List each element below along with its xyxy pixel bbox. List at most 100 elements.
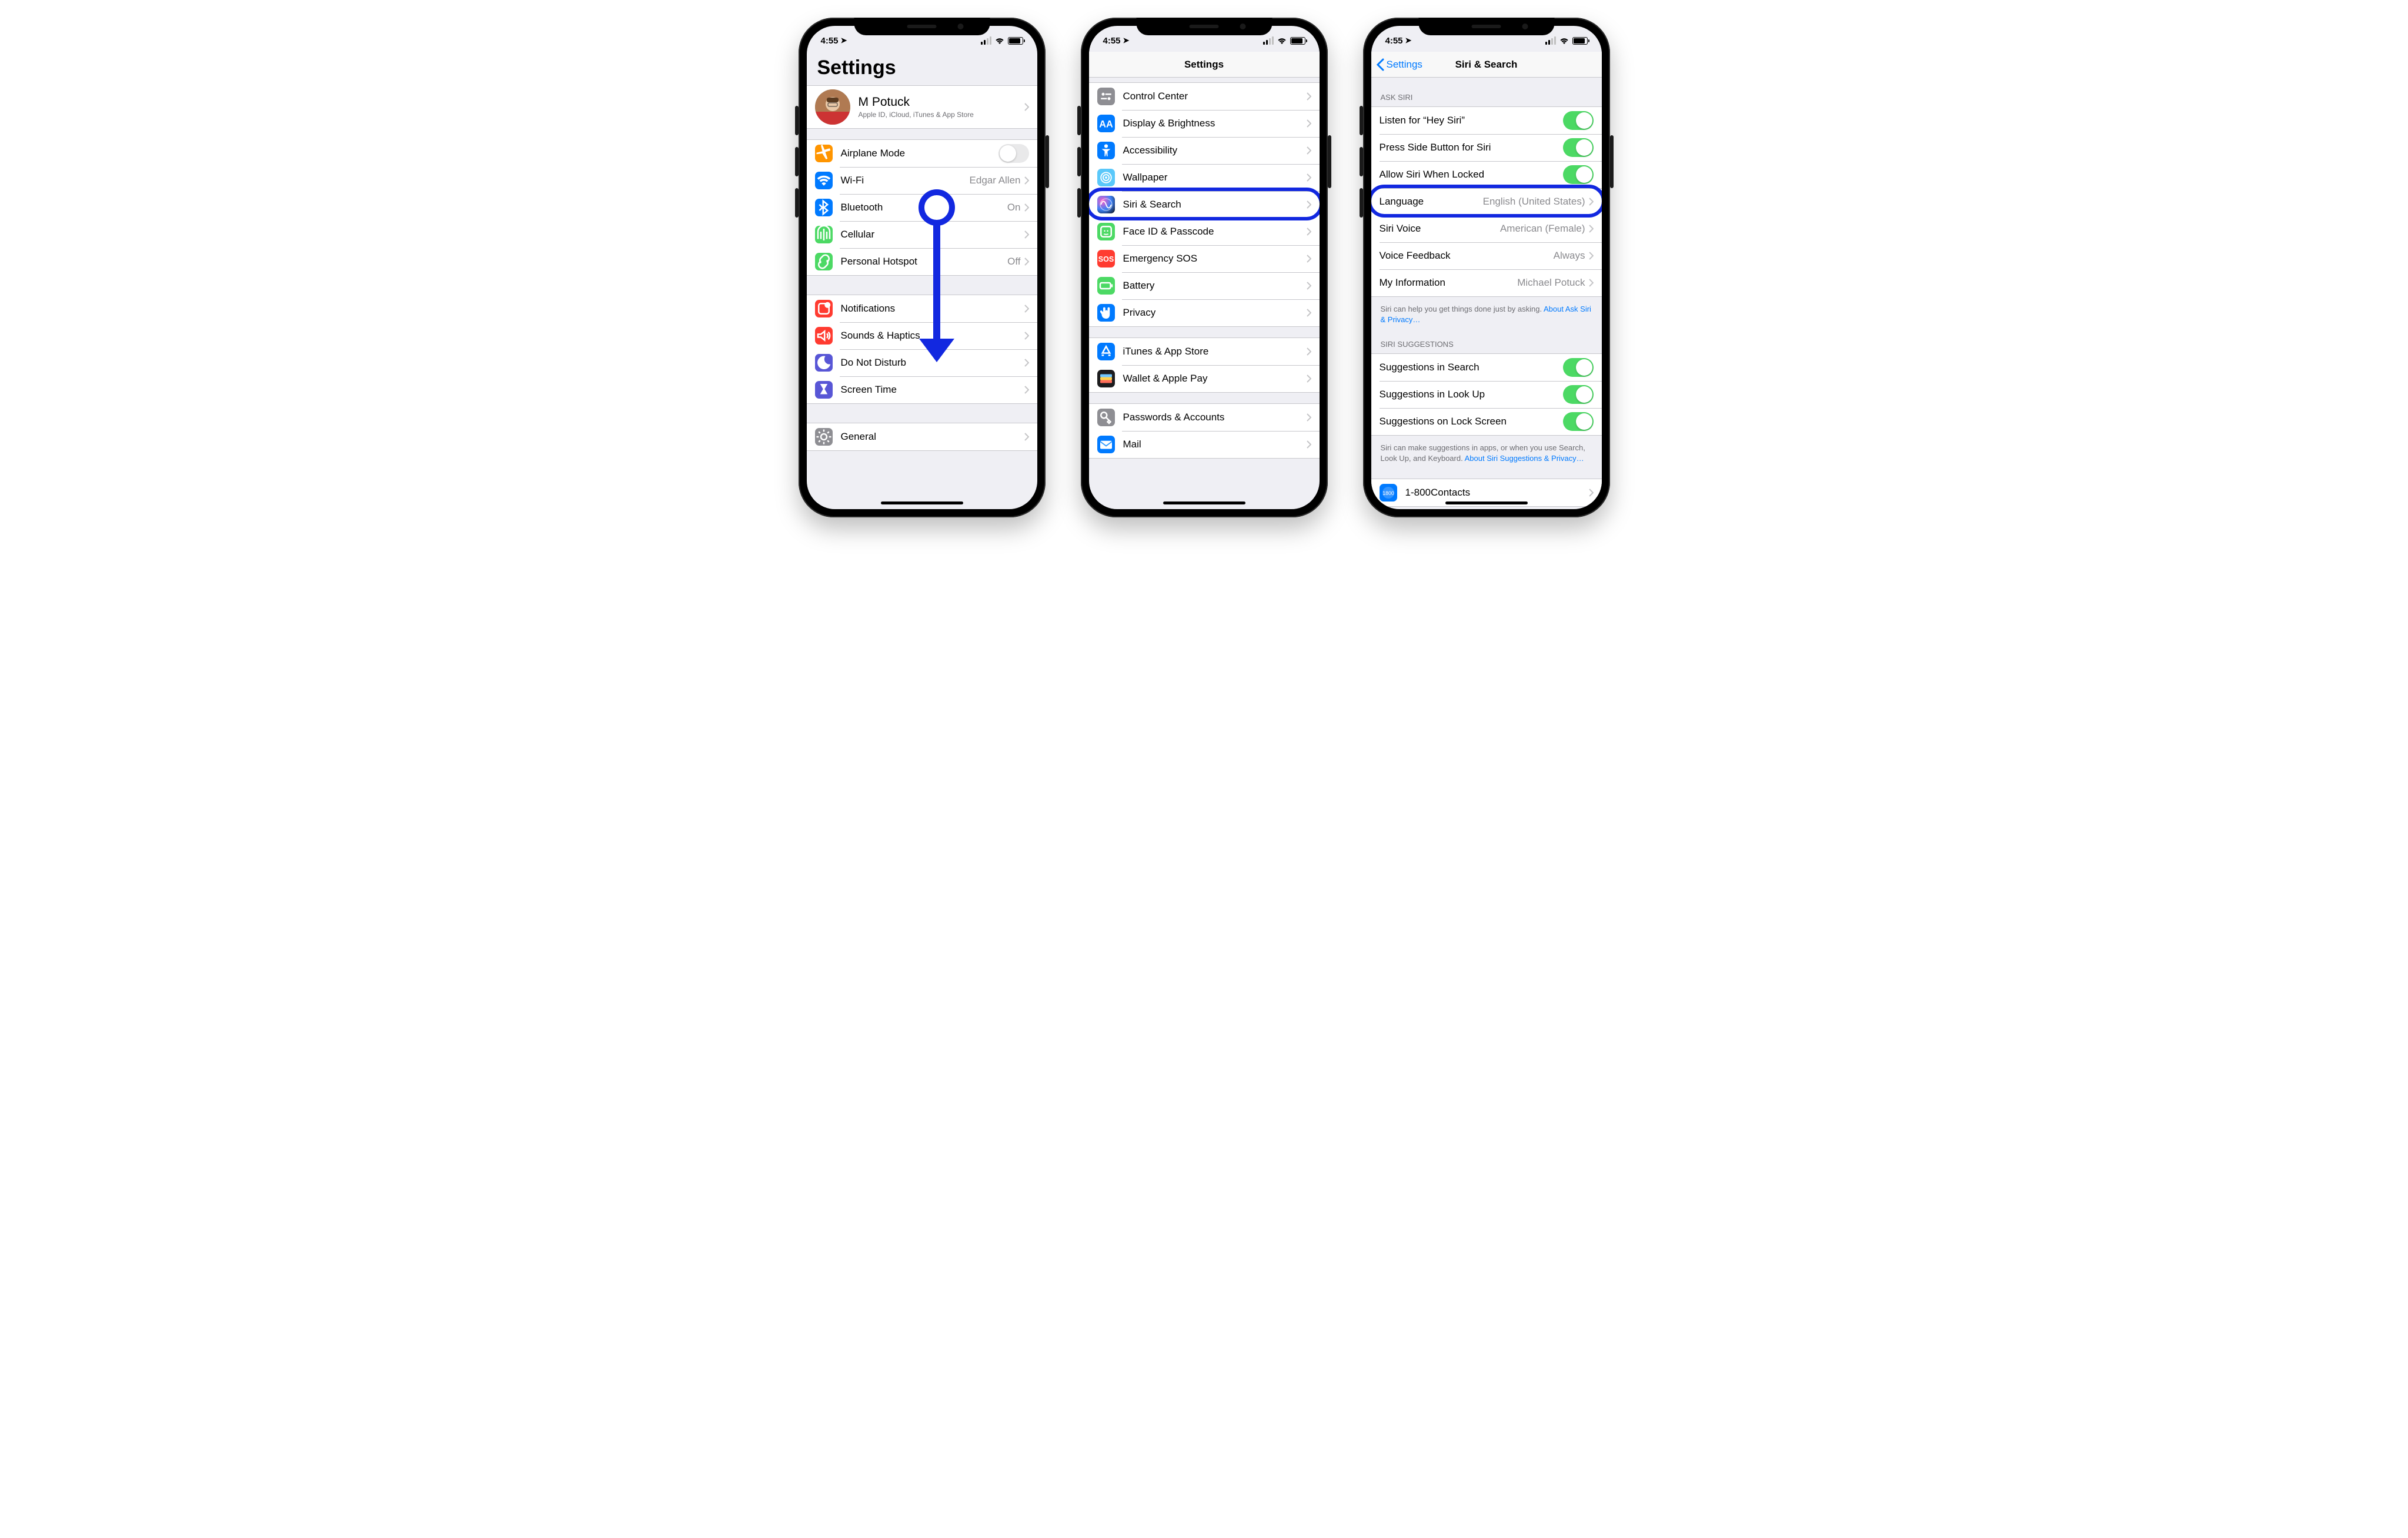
row-screen-time[interactable]: Screen Time	[807, 376, 1037, 403]
cc-icon	[1097, 88, 1115, 105]
home-indicator[interactable]	[881, 501, 963, 504]
home-indicator[interactable]	[1163, 501, 1245, 504]
row-display-brightness[interactable]: AA Display & Brightness	[1089, 110, 1320, 137]
wallet-icon	[1097, 370, 1115, 387]
row-label: Bluetooth	[841, 202, 1007, 213]
nav-title: Siri & Search	[1455, 59, 1518, 71]
battery-icon	[1572, 37, 1588, 45]
section-footer: Siri can make suggestions in apps, or wh…	[1371, 438, 1602, 463]
gear-icon	[815, 428, 833, 446]
toggle[interactable]	[1563, 165, 1594, 184]
key-icon	[1097, 409, 1115, 426]
row-suggestions-on-lock-screen[interactable]: Suggestions on Lock Screen	[1371, 408, 1602, 435]
svg-text:SOS: SOS	[1098, 255, 1113, 263]
row-label: General	[841, 431, 1024, 443]
row-control-center[interactable]: Control Center	[1089, 83, 1320, 110]
row-wallet-apple-pay[interactable]: Wallet & Apple Pay	[1089, 365, 1320, 392]
svg-text:AA: AA	[1099, 119, 1113, 129]
page-title: Settings	[817, 56, 1027, 79]
row-label: Do Not Disturb	[841, 357, 1024, 369]
toggle[interactable]	[1563, 111, 1594, 130]
toggle[interactable]	[1563, 358, 1594, 377]
row-battery[interactable]: Battery	[1089, 272, 1320, 299]
row-face-id-passcode[interactable]: Face ID & Passcode	[1089, 218, 1320, 245]
row-siri-search[interactable]: Siri & Search	[1089, 191, 1320, 218]
toggle[interactable]	[1563, 138, 1594, 157]
row-mail[interactable]: Mail	[1089, 431, 1320, 458]
row-wi-fi[interactable]: Wi-FiEdgar Allen	[807, 167, 1037, 194]
row-emergency-sos[interactable]: SOSEmergency SOS	[1089, 245, 1320, 272]
row-suggestions-in-search[interactable]: Suggestions in Search	[1371, 354, 1602, 381]
chevron-right-icon	[1307, 255, 1311, 263]
toggle[interactable]	[1563, 412, 1594, 431]
content[interactable]: Settings Siri & Search Ask Siri Listen f…	[1371, 26, 1602, 509]
row-value: On	[1007, 202, 1021, 213]
row-cellular[interactable]: Cellular	[807, 221, 1037, 248]
row-sounds-haptics[interactable]: Sounds & Haptics	[807, 322, 1037, 349]
batt-icon	[1097, 277, 1115, 295]
signal-icon	[1263, 36, 1274, 45]
chevron-right-icon	[1024, 203, 1029, 212]
row-passwords-accounts[interactable]: Passwords & Accounts	[1089, 404, 1320, 431]
location-arrow-icon: ➤	[1123, 36, 1130, 45]
back-button[interactable]: Settings	[1376, 58, 1422, 71]
row-allow-siri-when-locked[interactable]: Allow Siri When Locked	[1371, 161, 1602, 188]
row-label: Siri & Search	[1123, 199, 1307, 210]
home-indicator[interactable]	[1445, 501, 1528, 504]
row-suggestions-in-look-up[interactable]: Suggestions in Look Up	[1371, 381, 1602, 408]
toggle[interactable]	[1563, 385, 1594, 404]
siri-icon	[1097, 196, 1115, 213]
row-personal-hotspot[interactable]: Personal HotspotOff	[807, 248, 1037, 275]
battery-icon	[1290, 37, 1305, 45]
row-label: Display & Brightness	[1123, 118, 1307, 129]
row-notifications[interactable]: Notifications	[807, 295, 1037, 322]
row-do-not-disturb[interactable]: Do Not Disturb	[807, 349, 1037, 376]
row-accessibility[interactable]: Accessibility	[1089, 137, 1320, 164]
chevron-right-icon	[1307, 347, 1311, 356]
row-label: Personal Hotspot	[841, 256, 1008, 268]
wall-icon	[1097, 169, 1115, 186]
content[interactable]: Settings Control CenterAADisplay & Brigh…	[1089, 26, 1320, 509]
toggle[interactable]	[998, 144, 1029, 163]
apple-id-row[interactable]: M Potuck Apple ID, iCloud, iTunes & App …	[807, 86, 1037, 128]
notch	[1418, 18, 1554, 35]
row-label: Airplane Mode	[841, 148, 998, 159]
moon-icon	[815, 354, 833, 372]
face-icon	[1097, 223, 1115, 240]
airplane-icon	[815, 145, 833, 162]
chevron-right-icon	[1307, 200, 1311, 209]
row-airplane-mode[interactable]: Airplane Mode	[807, 140, 1037, 167]
row-label: Language	[1380, 196, 1483, 208]
row-label: Wallpaper	[1123, 172, 1307, 183]
chevron-right-icon	[1024, 176, 1029, 185]
row-itunes-app-store[interactable]: iTunes & App Store	[1089, 338, 1320, 365]
chevron-right-icon	[1307, 228, 1311, 236]
row-label: 1-800Contacts	[1405, 487, 1589, 499]
notch	[1136, 18, 1272, 35]
mail-icon	[1097, 436, 1115, 453]
chevron-right-icon	[1024, 230, 1029, 239]
row-privacy[interactable]: Privacy	[1089, 299, 1320, 326]
signal-icon	[1545, 36, 1556, 45]
row-label: Accessibility	[1123, 145, 1307, 156]
row-press-side-button-for-siri[interactable]: Press Side Button for Siri	[1371, 134, 1602, 161]
row-language[interactable]: LanguageEnglish (United States)	[1371, 188, 1602, 215]
section-header: Siri Suggestions	[1371, 325, 1602, 353]
row-wallpaper[interactable]: Wallpaper	[1089, 164, 1320, 191]
row-listen-for-hey-siri[interactable]: Listen for “Hey Siri”	[1371, 107, 1602, 134]
row-label: Control Center	[1123, 91, 1307, 102]
row-siri-voice[interactable]: Siri VoiceAmerican (Female)	[1371, 215, 1602, 242]
chevron-right-icon	[1024, 433, 1029, 441]
row-bluetooth[interactable]: BluetoothOn	[807, 194, 1037, 221]
row-my-information[interactable]: My InformationMichael Potuck	[1371, 269, 1602, 296]
row-general[interactable]: General	[807, 423, 1037, 450]
svg-text:1800: 1800	[1382, 490, 1394, 496]
content[interactable]: Settings M Potuck Apple ID, iCloud, iTun…	[807, 26, 1037, 509]
sound-icon	[815, 327, 833, 345]
about-siri-suggestions-link[interactable]: About Siri Suggestions & Privacy…	[1465, 454, 1584, 463]
chevron-right-icon	[1024, 103, 1029, 111]
chevron-right-icon	[1589, 489, 1594, 497]
row-voice-feedback[interactable]: Voice FeedbackAlways	[1371, 242, 1602, 269]
chevron-right-icon	[1307, 173, 1311, 182]
section-header: Ask Siri	[1371, 78, 1602, 106]
